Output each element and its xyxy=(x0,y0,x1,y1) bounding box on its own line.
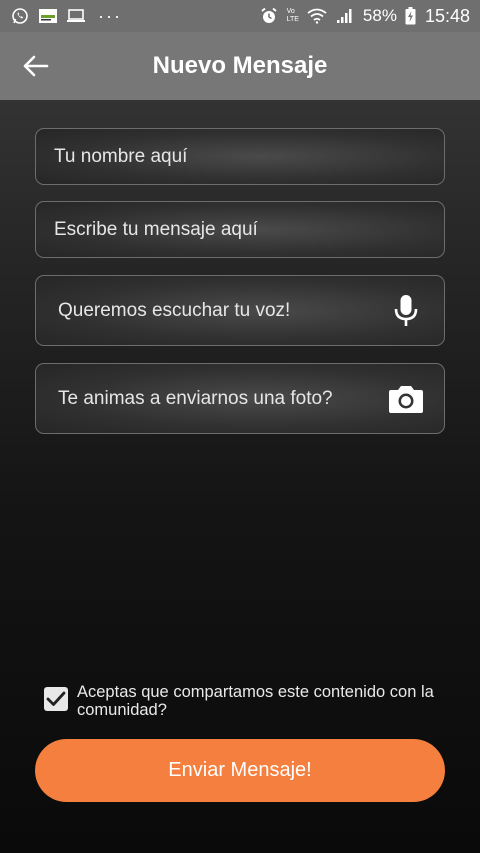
name-field[interactable] xyxy=(35,128,445,185)
photo-input[interactable] xyxy=(54,387,386,410)
photo-field[interactable] xyxy=(35,363,445,434)
checkmark-icon xyxy=(46,691,66,706)
whatsapp-icon xyxy=(10,6,30,26)
microphone-icon[interactable] xyxy=(386,291,426,331)
battery-charging-icon xyxy=(405,6,417,26)
status-bar-right: Vo LTE 58% 15:48 xyxy=(259,6,470,27)
back-button[interactable] xyxy=(14,48,58,84)
app-bar: Nuevo Mensaje xyxy=(0,32,480,100)
voice-field[interactable] xyxy=(35,275,445,346)
page-title: Nuevo Mensaje xyxy=(152,52,328,79)
status-bar: ··· Vo LTE 58% 15:48 xyxy=(0,0,480,32)
volte-indicator: Vo LTE xyxy=(287,8,299,24)
battery-percent: 58% xyxy=(362,6,397,25)
status-bar-left: ··· xyxy=(10,6,122,27)
alarm-icon xyxy=(259,6,279,26)
laptop-icon xyxy=(66,6,86,26)
consent-checkbox[interactable] xyxy=(44,687,68,711)
signal-icon xyxy=(335,6,355,26)
screen: ··· Vo LTE 58% 15:48 Nuevo Mensaje Tu no… xyxy=(0,0,480,853)
wifi-icon xyxy=(307,6,327,26)
more-notifications-indicator: ··· xyxy=(98,5,122,26)
news-icon xyxy=(38,6,58,26)
message-field[interactable] xyxy=(35,201,445,258)
send-message-button[interactable]: Enviar Mensaje! xyxy=(35,739,445,802)
clock: 15:48 xyxy=(424,5,470,26)
consent-row: Aceptas que compartamos este contenido c… xyxy=(44,683,444,719)
message-input[interactable] xyxy=(54,218,426,241)
voice-input[interactable] xyxy=(54,299,386,322)
consent-label: Aceptas que compartamos este contenido c… xyxy=(77,683,434,719)
back-arrow-icon xyxy=(23,55,49,77)
camera-icon[interactable] xyxy=(386,379,426,419)
lte-label: LTE xyxy=(286,16,299,23)
name-input[interactable] xyxy=(54,145,426,168)
volte-label: Vo xyxy=(286,8,295,15)
